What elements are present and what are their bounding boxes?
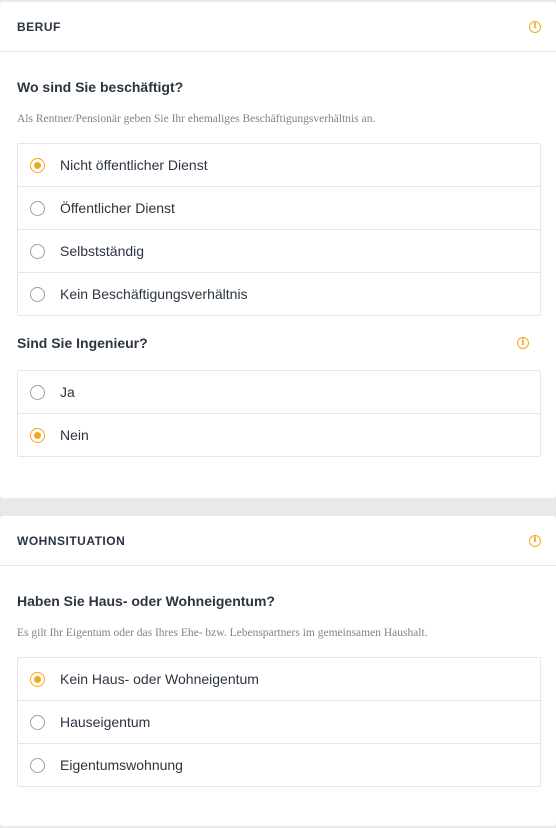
option-label: Selbstständig (60, 243, 145, 259)
option-label: Kein Haus- oder Wohneigentum (60, 671, 259, 687)
question-property-text: Haben Sie Haus- oder Wohneigentum? (17, 593, 275, 609)
question-property: Haben Sie Haus- oder Wohneigentum? (17, 593, 541, 609)
radio-button[interactable] (30, 200, 45, 216)
option-kein-haus-oder-wohneigentum[interactable]: Kein Haus- oder Wohneigentum (18, 658, 540, 700)
wohnsituation-card: WOHNSITUATION i Haben Sie Haus- oder Woh… (0, 516, 556, 826)
radio-button-checked[interactable] (30, 671, 45, 687)
hint-property: Es gilt Ihr Eigentum oder das Ihres Ehe-… (17, 627, 428, 639)
wohnsituation-header: WOHNSITUATION i (0, 516, 556, 566)
info-icon[interactable]: i (529, 20, 541, 33)
option-label: Eigentumswohnung (60, 757, 183, 773)
info-icon[interactable]: i (517, 337, 529, 349)
option-label: Nein (60, 427, 89, 443)
question-engineer-text: Sind Sie Ingenieur? (17, 335, 148, 351)
option-hauseigentum[interactable]: Hauseigentum (18, 700, 540, 743)
beruf-card: BERUF i Wo sind Sie beschäftigt? Als Ren… (0, 2, 556, 498)
option-label: Ja (60, 384, 75, 400)
radio-button-checked[interactable] (30, 427, 45, 443)
option-kein-beschaeftigungsverhaeltnis[interactable]: Kein Beschäftigungsverhältnis (18, 272, 540, 315)
question-engineer: Sind Sie Ingenieur? i (17, 335, 541, 351)
option-label: Kein Beschäftigungsverhältnis (60, 286, 248, 302)
option-nein[interactable]: Nein (18, 413, 540, 456)
employment-options: Nicht öffentlicher Dienst Öffentlicher D… (17, 143, 541, 316)
radio-button-checked[interactable] (30, 157, 45, 173)
option-nicht-oeffentlicher-dienst[interactable]: Nicht öffentlicher Dienst (18, 144, 540, 186)
radio-button[interactable] (30, 286, 45, 302)
option-ja[interactable]: Ja (18, 371, 540, 413)
beruf-title: BERUF (17, 19, 61, 34)
option-label: Öffentlicher Dienst (60, 200, 175, 216)
property-options: Kein Haus- oder Wohneigentum Hauseigentu… (17, 657, 541, 787)
option-selbststaendig[interactable]: Selbstständig (18, 229, 540, 272)
radio-button[interactable] (30, 714, 45, 730)
option-eigentumswohnung[interactable]: Eigentumswohnung (18, 743, 540, 786)
radio-button[interactable] (30, 243, 45, 259)
option-label: Nicht öffentlicher Dienst (60, 157, 208, 173)
wohnsituation-title: WOHNSITUATION (17, 533, 126, 548)
question-employment-text: Wo sind Sie beschäftigt? (17, 79, 184, 95)
beruf-header: BERUF i (0, 2, 556, 52)
radio-button[interactable] (30, 757, 45, 773)
option-oeffentlicher-dienst[interactable]: Öffentlicher Dienst (18, 186, 540, 229)
radio-button[interactable] (30, 384, 45, 400)
engineer-options: Ja Nein (17, 370, 541, 457)
info-icon[interactable]: i (529, 534, 541, 547)
hint-employment: Als Rentner/Pensionär geben Sie Ihr ehem… (17, 113, 376, 125)
question-employment: Wo sind Sie beschäftigt? (17, 79, 541, 95)
option-label: Hauseigentum (60, 714, 151, 730)
